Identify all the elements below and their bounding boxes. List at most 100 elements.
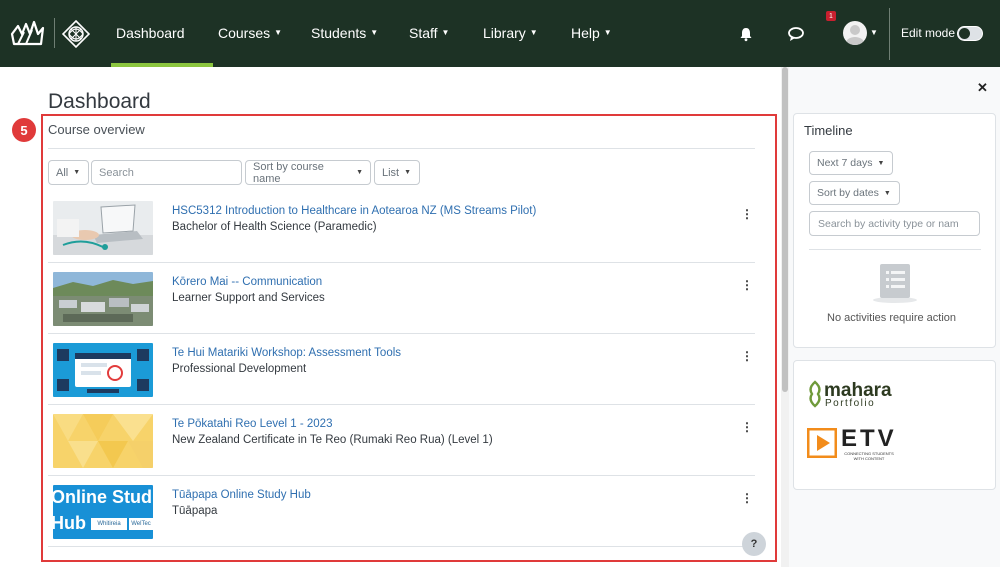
course-list-item: Kōrero Mai -- Communication Learner Supp… (48, 264, 755, 334)
view-label: List (382, 166, 400, 179)
sort-label: Sort by course name (253, 160, 324, 185)
top-navbar: Dashboard Courses ▼ Students ▼ Staff ▼ L… (0, 0, 1000, 67)
course-image[interactable] (53, 343, 153, 397)
bell-icon[interactable] (738, 26, 754, 42)
course-list-item: Te Pōkatahi Reo Level 1 - 2023 New Zeala… (48, 406, 755, 476)
chevron-down-icon: ▼ (529, 28, 538, 37)
timeline-title: Timeline (804, 123, 853, 138)
course-name-link[interactable]: Kōrero Mai -- Communication (172, 276, 322, 288)
nav-students[interactable]: Students ▼ (311, 24, 378, 42)
course-image[interactable] (53, 414, 153, 468)
brand-emblem[interactable] (62, 20, 90, 48)
course-actions-menu[interactable]: ⋮ (741, 279, 753, 291)
nav-courses[interactable]: Courses ▼ (218, 24, 282, 42)
course-name-link[interactable]: Te Hui Matariki Workshop: Assessment Too… (172, 347, 401, 359)
course-name-link[interactable]: Te Pōkatahi Reo Level 1 - 2023 (172, 418, 332, 430)
nav-label: Dashboard (116, 25, 185, 41)
chevron-down-icon: ▼ (877, 159, 885, 167)
notification-badge: 1 (826, 11, 836, 21)
range-label: Next 7 days (817, 157, 873, 169)
toggle-knob (959, 28, 970, 39)
scrollbar-thumb[interactable] (782, 67, 788, 392)
thumb-text: Online Stud (53, 487, 152, 507)
nav-help[interactable]: Help ▼ (571, 24, 612, 42)
chevron-down-icon: ▼ (404, 169, 412, 176)
course-name-link[interactable]: Tūāpapa Online Study Hub (172, 489, 311, 501)
nav-divider (889, 8, 890, 60)
nav-dashboard[interactable]: Dashboard (116, 24, 185, 42)
sort-dropdown[interactable]: Sort by course name ▼ (245, 160, 371, 185)
edit-mode-label: Edit mode (901, 26, 956, 40)
nav-label: Help (571, 25, 600, 41)
etv-play-icon[interactable] (807, 428, 837, 458)
chevron-down-icon: ▼ (274, 28, 283, 37)
course-category: New Zealand Certificate in Te Reo (Rumak… (172, 434, 493, 446)
course-overview-title: Course overview (48, 122, 145, 137)
thumb-chip: WelTec (129, 518, 153, 530)
chevron-down-icon: ▼ (883, 189, 891, 197)
blue-web-tools-illustration (53, 343, 153, 397)
course-list-item: HSC5312 Introduction to Healthcare in Ao… (48, 193, 755, 263)
nav-label: Staff (409, 25, 438, 41)
chevron-down-icon: ▼ (356, 169, 363, 176)
search-placeholder: Search by activity type or nam (818, 217, 959, 230)
chevron-down-icon: ▼ (370, 28, 379, 37)
course-category: Professional Development (172, 363, 307, 375)
filter-label: All (56, 166, 69, 179)
nav-library[interactable]: Library ▼ (483, 24, 538, 42)
etv-tagline: CONNECTING STUDENTS WITH CONTENT (844, 451, 894, 461)
chat-icon[interactable] (787, 26, 805, 42)
chevron-down-icon[interactable]: ▼ (870, 28, 878, 37)
chevron-down-icon: ▼ (441, 28, 450, 37)
thumb-text: Hub (53, 513, 86, 533)
nav-active-indicator (111, 63, 213, 67)
empty-state-text: No activities require action (827, 312, 957, 324)
laptop-stethoscope-photo (53, 201, 153, 255)
logo-divider (54, 18, 55, 48)
course-category: Tūāpapa (172, 505, 218, 517)
help-button[interactable]: ? (742, 532, 766, 556)
nav-staff[interactable]: Staff ▼ (409, 24, 449, 42)
mahara-sublabel: Portfolio (825, 398, 876, 409)
thumb-chip: Whitireia (91, 518, 127, 530)
view-dropdown[interactable]: List ▼ (374, 160, 420, 185)
course-image[interactable] (53, 272, 153, 326)
nav-label: Students (311, 25, 367, 41)
course-image[interactable]: Online Stud Hub Whitireia WelTec (53, 485, 153, 539)
search-placeholder: Search (99, 166, 134, 179)
nav-label: Library (483, 25, 526, 41)
course-search-input[interactable]: Search (91, 160, 242, 185)
mahara-logo-icon (809, 380, 821, 408)
course-image[interactable] (53, 201, 153, 255)
divider (48, 148, 755, 149)
course-list-item: Online Stud Hub Whitireia WelTec Tūāpapa… (48, 477, 755, 547)
course-list-item: Te Hui Matariki Workshop: Assessment Too… (48, 335, 755, 405)
edit-mode-toggle[interactable] (957, 26, 983, 41)
sort-label: Sort by dates (817, 187, 879, 199)
course-actions-menu[interactable]: ⋮ (741, 350, 753, 362)
course-category: Learner Support and Services (172, 292, 325, 304)
brand-logo[interactable] (10, 20, 46, 48)
course-name-link[interactable]: HSC5312 Introduction to Healthcare in Ao… (172, 205, 536, 217)
divider (809, 249, 981, 250)
campus-aerial-photo (53, 272, 153, 326)
course-actions-menu[interactable]: ⋮ (741, 208, 753, 220)
etv-link[interactable]: ETV (841, 425, 897, 453)
user-icon (846, 25, 864, 45)
timeline-search-input[interactable]: Search by activity type or nam (809, 211, 980, 236)
timeline-range-dropdown[interactable]: Next 7 days ▼ (809, 151, 893, 175)
close-icon[interactable]: ✕ (977, 80, 988, 96)
step-badge: 5 (12, 118, 36, 142)
clipboard-list-icon (873, 264, 917, 303)
course-actions-menu[interactable]: ⋮ (741, 492, 753, 504)
chevron-down-icon: ▼ (603, 28, 612, 37)
nav-label: Courses (218, 25, 271, 41)
page-title: Dashboard (48, 90, 151, 113)
filter-dropdown[interactable]: All ▼ (48, 160, 89, 185)
timeline-sort-dropdown[interactable]: Sort by dates ▼ (809, 181, 900, 205)
chevron-down-icon: ▼ (73, 169, 81, 176)
course-actions-menu[interactable]: ⋮ (741, 421, 753, 433)
course-category: Bachelor of Health Science (Paramedic) (172, 221, 377, 233)
avatar[interactable] (843, 21, 867, 45)
yellow-geometric-pattern (53, 414, 153, 468)
